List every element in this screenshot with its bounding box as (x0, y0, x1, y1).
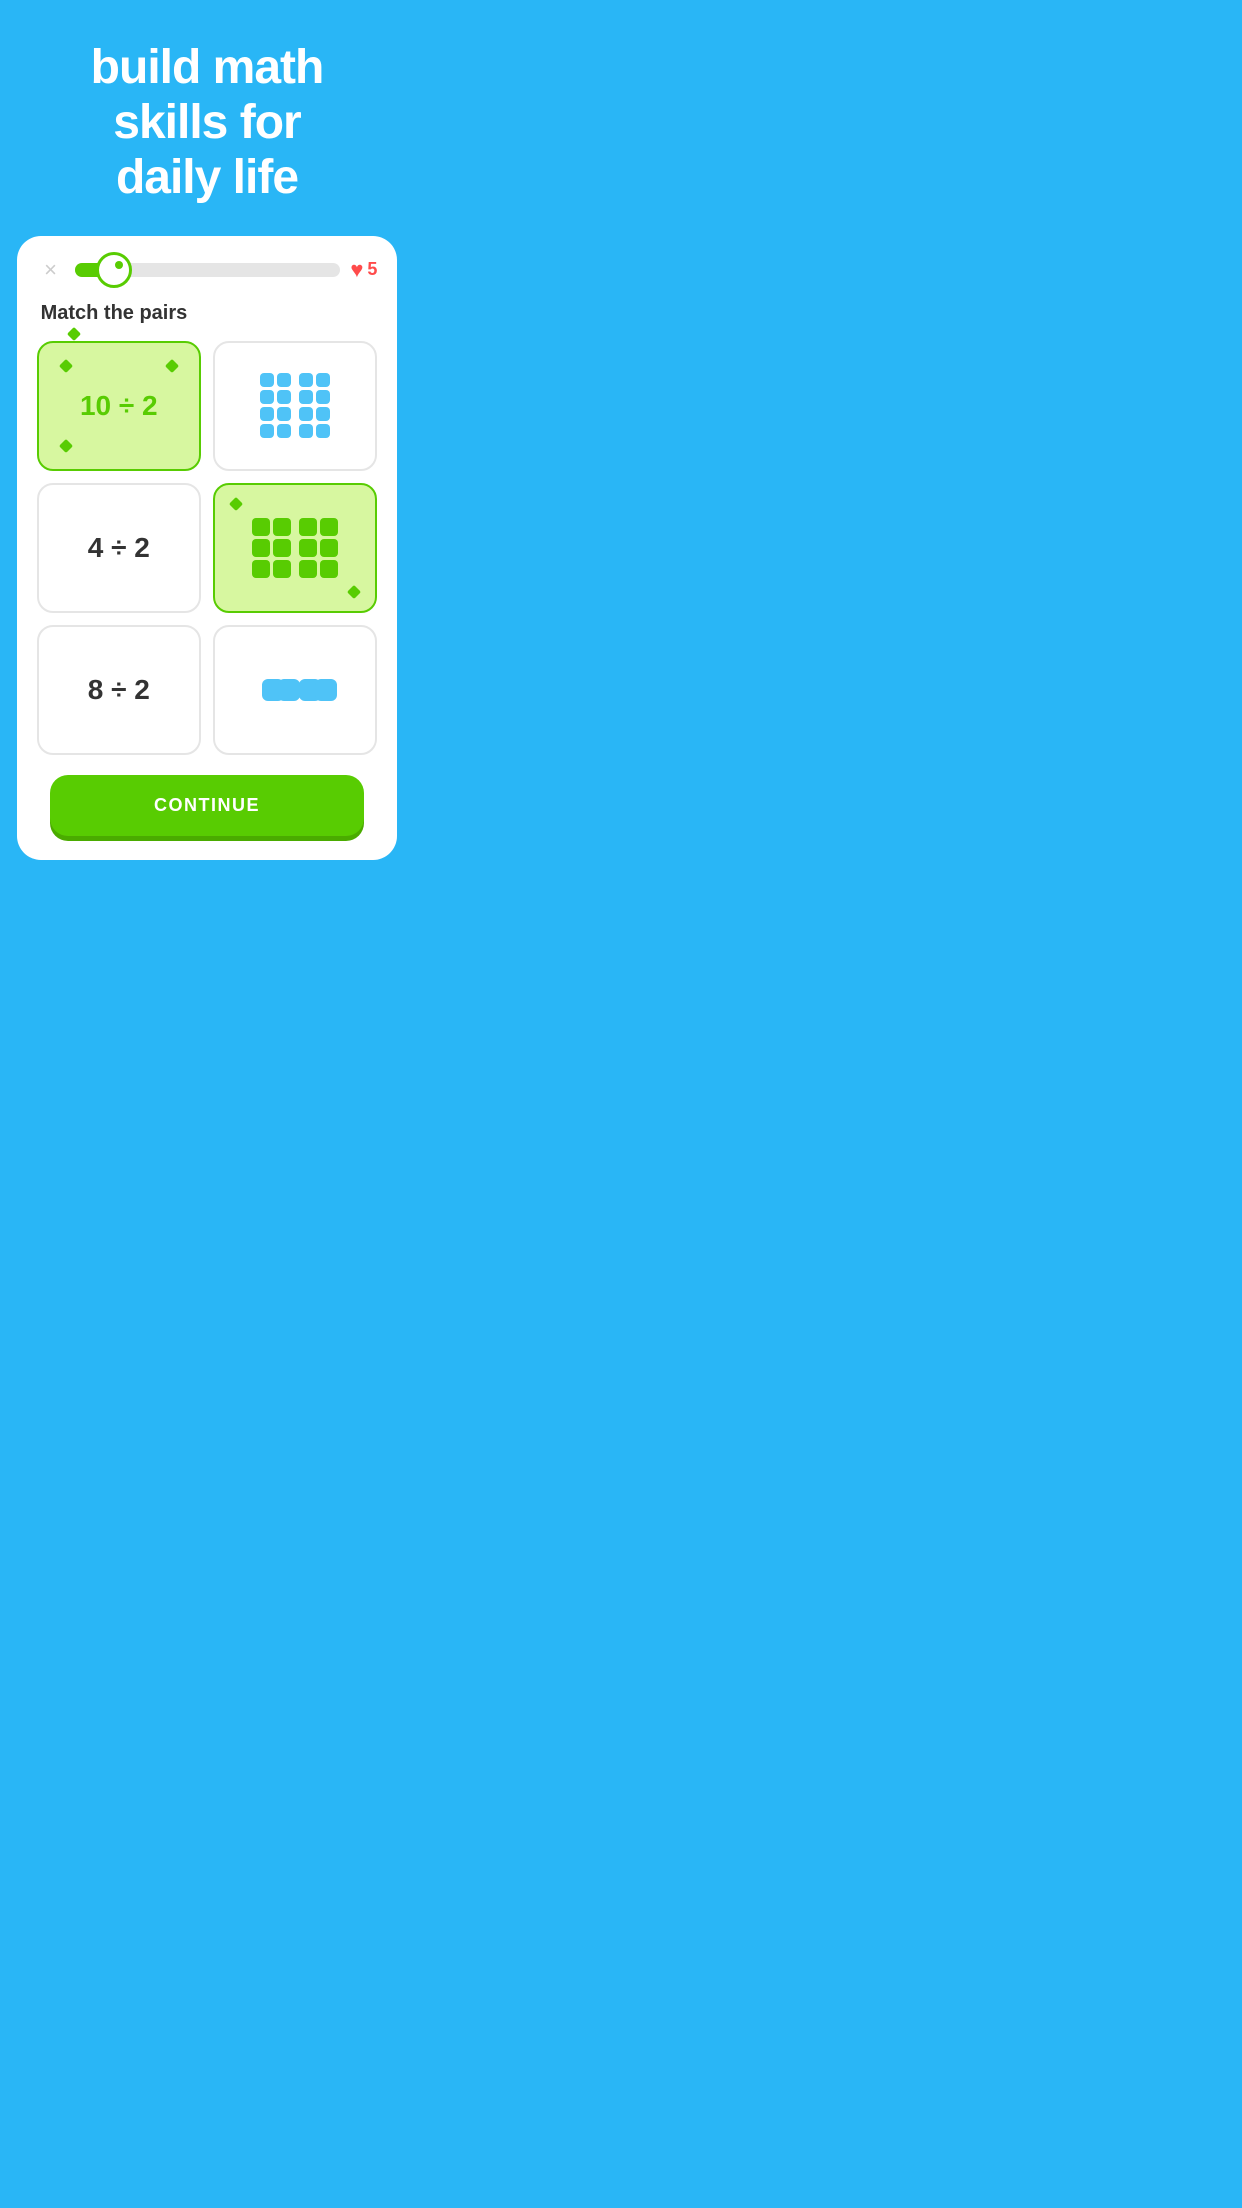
tile-blocks-8[interactable] (213, 341, 377, 471)
block-group-left-6 (252, 518, 291, 578)
progress-track (75, 263, 341, 277)
block-cell (315, 679, 337, 701)
progress-fill (75, 263, 115, 277)
block-cell (260, 373, 274, 387)
blocks-pattern-6 (252, 518, 338, 578)
block-group-right-8 (299, 373, 330, 438)
block-cell (277, 373, 291, 387)
block-cell (316, 390, 330, 404)
block-cell (278, 679, 300, 701)
dot-decoration-tr (165, 358, 179, 372)
dot-decoration-bl (58, 438, 72, 452)
tile-math-4div2[interactable]: 4 ÷ 2 (37, 483, 201, 613)
instruction-text: Match the pairs (41, 302, 378, 325)
block-cell (252, 539, 270, 557)
block-cell (299, 518, 317, 536)
block-cell (273, 539, 291, 557)
lives-count: 5 (367, 259, 377, 280)
tile-math-10div2[interactable]: 10 ÷ 2 (37, 341, 201, 471)
dot-decoration-br-out (347, 584, 361, 598)
lives-section: ♥ 5 (350, 257, 377, 283)
block-group-right-6 (299, 518, 338, 578)
block-cell (299, 539, 317, 557)
continue-button[interactable]: CONTINUE (50, 775, 364, 836)
dot-decoration-tr-out (229, 496, 243, 510)
block-cell (320, 539, 338, 557)
block-cell (277, 390, 291, 404)
dot-above (66, 326, 80, 340)
close-icon: × (44, 257, 57, 283)
progress-thumb-dot (115, 261, 123, 269)
page-title: build math skills for daily life (30, 40, 384, 206)
tile-text-10div2: 10 ÷ 2 (80, 390, 158, 422)
tile-blocks-6[interactable] (213, 483, 377, 613)
tile-math-8div2[interactable]: 8 ÷ 2 (37, 625, 201, 755)
block-cell (299, 390, 313, 404)
block-cell (277, 424, 291, 438)
block-cell (316, 424, 330, 438)
block-cell (277, 407, 291, 421)
heart-icon: ♥ (350, 257, 363, 283)
block-cell (320, 560, 338, 578)
block-cell (260, 424, 274, 438)
blocks-pattern-8 (260, 373, 330, 438)
block-cell (260, 407, 274, 421)
tiles-grid: 10 ÷ 2 (37, 341, 378, 755)
block-cell (273, 518, 291, 536)
header-section: build math skills for daily life (0, 0, 414, 236)
progress-thumb (96, 252, 132, 288)
block-cell (252, 518, 270, 536)
block-cell (260, 390, 274, 404)
block-cell (299, 424, 313, 438)
progress-wrapper (75, 263, 341, 277)
block-group-left-4 (262, 679, 291, 701)
block-cell (316, 407, 330, 421)
block-cell (316, 373, 330, 387)
block-group-left-8 (260, 373, 291, 438)
block-cell (299, 373, 313, 387)
block-cell (299, 560, 317, 578)
blocks-pattern-4 (262, 679, 328, 701)
close-button[interactable]: × (37, 256, 65, 284)
block-cell (273, 560, 291, 578)
block-group-right-4 (299, 679, 328, 701)
card-container: × ♥ 5 Match the pairs 10 ÷ 2 (17, 236, 398, 860)
block-cell (252, 560, 270, 578)
tile-text-8div2: 8 ÷ 2 (88, 674, 150, 706)
block-cell (299, 407, 313, 421)
dot-decoration-tl (58, 358, 72, 372)
tile-text-4div2: 4 ÷ 2 (88, 532, 150, 564)
block-cell (320, 518, 338, 536)
tile-blocks-4[interactable] (213, 625, 377, 755)
progress-row: × ♥ 5 (37, 256, 378, 284)
